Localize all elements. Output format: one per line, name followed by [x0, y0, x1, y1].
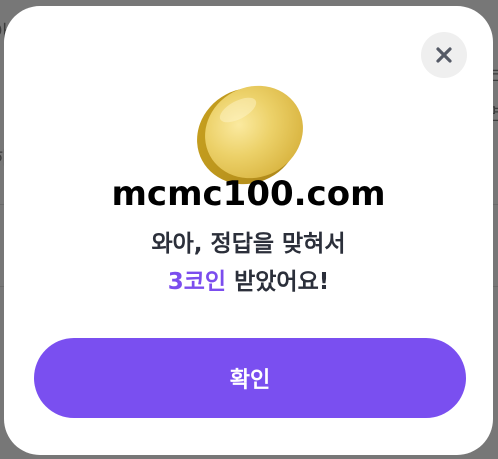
reward-message-suffix: 받았어요!	[226, 269, 330, 295]
reward-modal: mcmc100.com 와아, 정답을 맞혀서 3코인 받았어요! 확인	[4, 6, 493, 455]
reward-message-line1: 와아, 정답을 맞혀서	[151, 231, 346, 257]
reward-message-line2: 3코인 받았어요!	[4, 262, 493, 296]
close-button[interactable]	[421, 32, 467, 78]
coin-amount: 3코인	[167, 269, 227, 295]
close-icon	[436, 47, 452, 63]
confirm-button-label: 확인	[229, 368, 271, 393]
confirm-button[interactable]: 확인	[34, 338, 466, 418]
site-watermark: mcmc100.com	[111, 174, 386, 214]
